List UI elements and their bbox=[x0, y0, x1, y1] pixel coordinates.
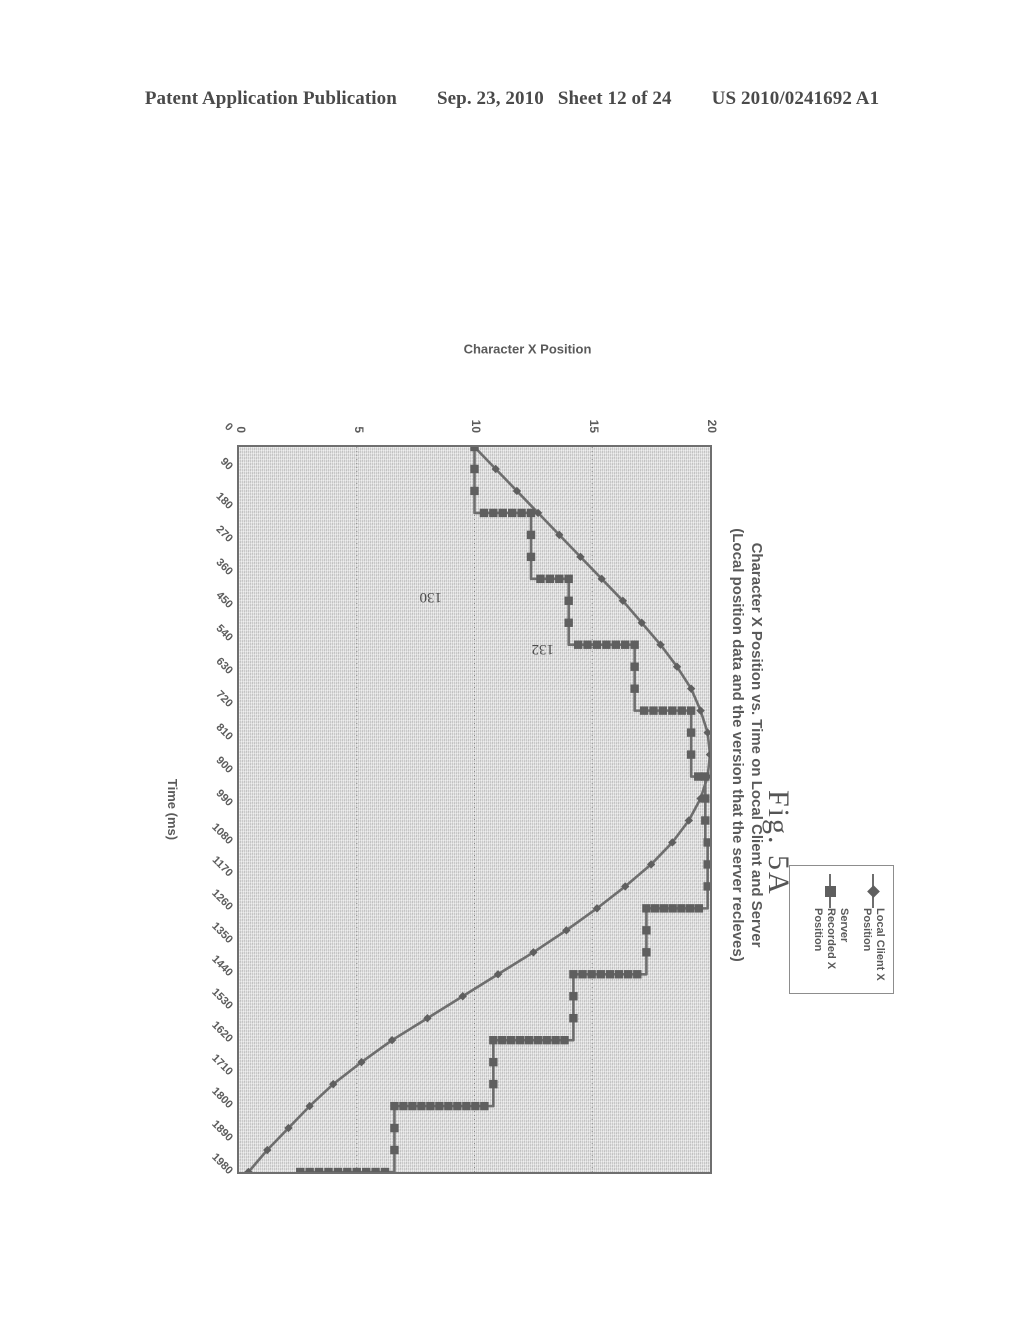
figure-label: Fig. 5A bbox=[762, 790, 795, 896]
x-tick-180: 180 bbox=[213, 490, 235, 512]
x-tick-1800: 1800 bbox=[209, 1085, 235, 1112]
header-publication: Patent Application Publication bbox=[144, 88, 397, 109]
x-tick-810: 810 bbox=[213, 720, 235, 743]
x-tick-1710: 1710 bbox=[209, 1052, 235, 1079]
x-tick-990: 990 bbox=[213, 786, 235, 809]
x-tick-450: 450 bbox=[213, 589, 235, 611]
plot-svg bbox=[244, 447, 710, 1172]
y-tick-20: 20 bbox=[705, 419, 719, 433]
legend-item-local-client: Local Client X Position bbox=[860, 874, 886, 985]
x-tick-1440: 1440 bbox=[209, 953, 235, 980]
square-marker-icon bbox=[824, 874, 838, 908]
plot-area bbox=[237, 445, 712, 1174]
x-tick-270: 270 bbox=[213, 523, 235, 545]
x-axis-title: Time (ms) bbox=[165, 778, 180, 841]
x-tick-1890: 1890 bbox=[209, 1118, 235, 1145]
x-tick-1980: 1980 bbox=[209, 1151, 235, 1177]
y-tick-0: 0 bbox=[234, 426, 248, 433]
x-tick-630: 630 bbox=[213, 655, 235, 677]
x-axis-tick-labels: 0 90 180 270 360 450 540 630 720 810 900 990 1080 117… bbox=[175, 421, 235, 1177]
x-tick-360: 360 bbox=[213, 556, 235, 578]
x-tick-1080: 1080 bbox=[209, 821, 235, 848]
chart-legend: Local Client X Position Server Recorded … bbox=[789, 865, 894, 994]
x-tick-1620: 1620 bbox=[209, 1019, 235, 1046]
y-axis-title: Character X Position bbox=[463, 341, 592, 357]
x-tick-900: 900 bbox=[213, 753, 235, 776]
patent-figure-page: Patent Application Publication Sep. 23, … bbox=[0, 0, 1024, 1320]
header-date: Sep. 23, 2010 bbox=[436, 88, 544, 109]
y-tick-10: 10 bbox=[469, 419, 484, 433]
callout-132: 132 bbox=[531, 641, 555, 657]
y-tick-15: 15 bbox=[587, 419, 602, 433]
header-publication-number: US 2010/0241692 A1 bbox=[711, 88, 880, 109]
x-tick-1350: 1350 bbox=[209, 920, 235, 947]
x-tick-540: 540 bbox=[213, 622, 235, 644]
callout-130: 130 bbox=[419, 589, 443, 605]
header-sheet: Sheet 12 of 24 bbox=[557, 88, 672, 109]
x-tick-1170: 1170 bbox=[209, 854, 235, 880]
x-tick-1260: 1260 bbox=[209, 887, 235, 914]
figure-chart: Character X Position vs. Time on Local C… bbox=[165, 305, 894, 1185]
diamond-marker-icon bbox=[866, 874, 880, 908]
x-tick-1530: 1530 bbox=[209, 986, 235, 1013]
legend-label-local-client: Local Client X Position bbox=[861, 908, 886, 981]
x-tick-720: 720 bbox=[213, 688, 235, 710]
page-header: Patent Application Publication Sep. 23, … bbox=[0, 88, 1024, 110]
legend-label-server-recorded: Server Recorded X Position bbox=[812, 908, 850, 970]
x-tick-90: 90 bbox=[217, 455, 235, 473]
chart-title: Character X Position vs. Time on Local C… bbox=[728, 305, 766, 1185]
y-axis-tick-labels: 0 5 10 15 20 bbox=[234, 365, 719, 439]
y-tick-5: 5 bbox=[351, 426, 366, 433]
chart-subtitle: (Local position data and the version tha… bbox=[729, 528, 746, 962]
legend-item-server-recorded: Server Recorded X Position bbox=[811, 874, 850, 985]
